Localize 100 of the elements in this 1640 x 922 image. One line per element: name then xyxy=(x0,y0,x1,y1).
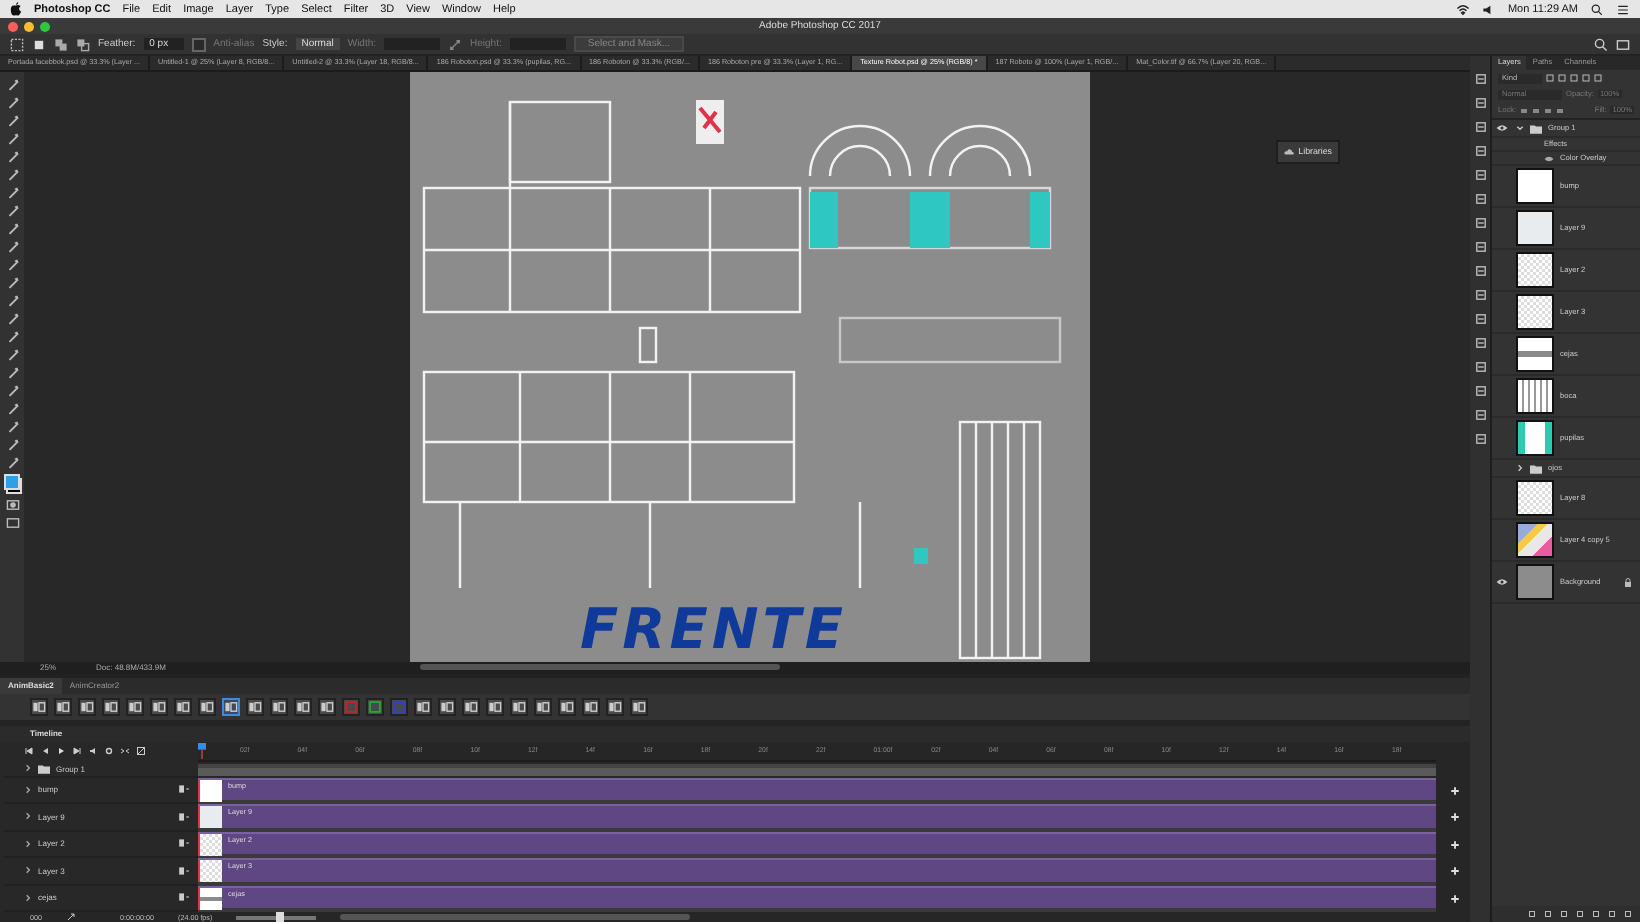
visibility-icon[interactable] xyxy=(1544,155,1554,161)
panel-icon[interactable] xyxy=(1473,192,1487,206)
wifi-icon[interactable] xyxy=(1455,3,1470,15)
tool-icon[interactable] xyxy=(5,311,19,326)
tool-icon[interactable] xyxy=(5,95,19,110)
add-media-icon[interactable] xyxy=(1450,785,1460,796)
animation-tool-button[interactable] xyxy=(198,698,216,717)
eye-icon[interactable] xyxy=(1496,578,1508,586)
tool-icon[interactable] xyxy=(5,293,19,308)
workspace-icon[interactable] xyxy=(1616,37,1630,51)
tool-icon[interactable] xyxy=(5,455,19,470)
quick-mask-icon[interactable] xyxy=(5,497,19,512)
animation-tool-button[interactable] xyxy=(582,698,600,717)
first-frame-icon[interactable] xyxy=(24,746,34,756)
subtract-selection-icon[interactable] xyxy=(76,37,90,51)
tool-icon[interactable] xyxy=(5,419,19,434)
animation-tool-button[interactable] xyxy=(102,698,120,717)
new-selection-icon[interactable] xyxy=(32,37,46,51)
transition-icon[interactable] xyxy=(136,746,146,756)
animation-tool-button[interactable] xyxy=(366,698,384,717)
tool-icon[interactable] xyxy=(5,401,19,416)
tool-icon[interactable] xyxy=(5,329,19,344)
animation-tool-button[interactable] xyxy=(462,698,480,717)
close-button[interactable] xyxy=(8,21,18,31)
zoom-button[interactable] xyxy=(40,21,50,31)
scrollbar[interactable] xyxy=(420,664,780,671)
playhead-icon[interactable] xyxy=(198,741,206,759)
tool-icon[interactable] xyxy=(5,275,19,290)
panel-icon[interactable] xyxy=(1473,360,1487,374)
animation-tool-button[interactable] xyxy=(318,698,336,717)
animation-tool-button[interactable] xyxy=(126,698,144,717)
panel-icon[interactable] xyxy=(1473,120,1487,134)
panel-icon[interactable] xyxy=(1473,432,1487,446)
panel-icon[interactable] xyxy=(1473,288,1487,302)
marquee-icon[interactable] xyxy=(10,37,24,51)
animation-tool-button[interactable] xyxy=(174,698,192,717)
anti-alias-checkbox[interactable] xyxy=(191,37,206,51)
animation-tool-button[interactable] xyxy=(294,698,312,717)
animation-tool-button[interactable] xyxy=(510,698,528,717)
animation-tool-button[interactable] xyxy=(30,698,48,717)
tool-icon[interactable] xyxy=(5,365,19,380)
animation-tool-button[interactable] xyxy=(558,698,576,717)
render-icon[interactable] xyxy=(66,912,76,922)
panel-icon[interactable] xyxy=(1473,240,1487,254)
panel-icon[interactable] xyxy=(1473,384,1487,398)
panel-icon[interactable] xyxy=(1473,72,1487,86)
panel-icon[interactable] xyxy=(1473,408,1487,422)
animation-tool-button[interactable] xyxy=(438,698,456,717)
next-frame-icon[interactable] xyxy=(72,746,82,756)
search-icon[interactable] xyxy=(1594,37,1608,51)
tool-icon[interactable] xyxy=(5,131,19,146)
tool-icon[interactable] xyxy=(5,185,19,200)
list-icon[interactable] xyxy=(1616,3,1630,15)
swap-icon[interactable] xyxy=(448,37,463,51)
film-icon[interactable] xyxy=(178,784,190,795)
animation-tool-button[interactable] xyxy=(270,698,288,717)
search-icon[interactable] xyxy=(1590,3,1604,15)
zoom-slider-thumb[interactable] xyxy=(276,911,285,921)
minimize-button[interactable] xyxy=(24,21,34,31)
panel-icon[interactable] xyxy=(1473,144,1487,158)
add-media-icon[interactable] xyxy=(1450,866,1460,877)
tool-icon[interactable] xyxy=(5,221,19,236)
tool-icon[interactable] xyxy=(5,77,19,92)
tool-icon[interactable] xyxy=(5,383,19,398)
panel-icon[interactable] xyxy=(1473,264,1487,278)
animation-tool-button[interactable] xyxy=(414,698,432,717)
tool-icon[interactable] xyxy=(5,437,19,452)
animation-tool-button[interactable] xyxy=(630,698,648,717)
animation-tool-button[interactable] xyxy=(78,698,96,717)
group-track-bar[interactable] xyxy=(198,763,1436,775)
tool-icon[interactable] xyxy=(5,257,19,272)
film-icon[interactable] xyxy=(178,811,190,822)
film-icon[interactable] xyxy=(178,865,190,876)
film-icon[interactable] xyxy=(178,892,190,903)
tool-icon[interactable] xyxy=(5,113,19,128)
animation-tool-button[interactable] xyxy=(606,698,624,717)
add-selection-icon[interactable] xyxy=(54,37,68,51)
animation-tool-button[interactable] xyxy=(534,698,552,717)
apple-logo-icon[interactable] xyxy=(10,2,22,16)
audio-icon[interactable] xyxy=(88,746,98,756)
panel-icon[interactable] xyxy=(1473,312,1487,326)
settings-icon[interactable] xyxy=(104,746,114,756)
panel-icon[interactable] xyxy=(1473,168,1487,182)
animation-tool-button[interactable] xyxy=(222,698,240,717)
animation-tool-button[interactable] xyxy=(54,698,72,717)
add-media-icon[interactable] xyxy=(1450,839,1460,850)
eye-icon[interactable] xyxy=(1496,124,1508,132)
tool-icon[interactable] xyxy=(5,203,19,218)
add-media-icon[interactable] xyxy=(1450,893,1460,904)
tool-icon[interactable] xyxy=(5,239,19,254)
tool-icon[interactable] xyxy=(5,347,19,362)
split-icon[interactable] xyxy=(120,746,130,756)
previous-frame-icon[interactable] xyxy=(40,746,50,756)
animation-tool-button[interactable] xyxy=(486,698,504,717)
panel-icon[interactable] xyxy=(1473,336,1487,350)
film-icon[interactable] xyxy=(178,838,190,849)
color-swatches[interactable] xyxy=(3,473,21,494)
screen-mode-icon[interactable] xyxy=(5,515,19,530)
tool-icon[interactable] xyxy=(5,149,19,164)
play-icon[interactable] xyxy=(56,746,66,756)
